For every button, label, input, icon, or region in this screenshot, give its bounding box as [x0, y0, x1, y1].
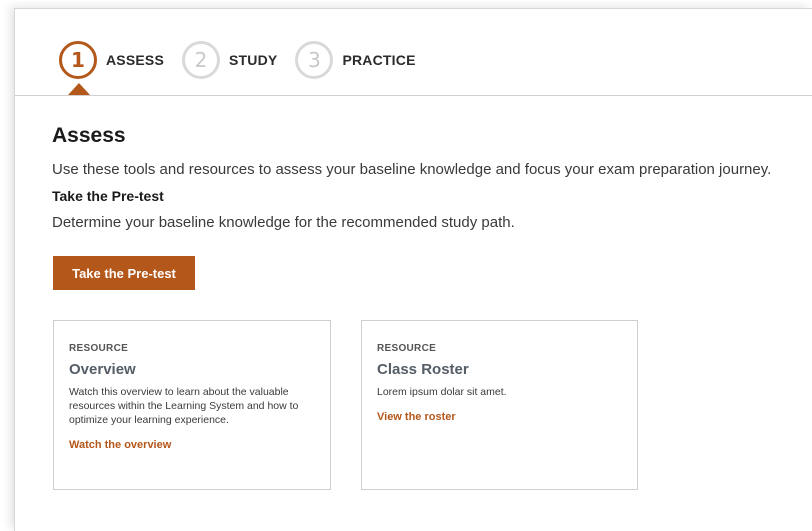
- step-assess[interactable]: 1 ASSESS: [59, 41, 164, 79]
- progress-stepper: 1 ASSESS 2 STUDY 3 PRACTICE: [59, 39, 434, 81]
- step-practice[interactable]: 3 PRACTICE: [295, 41, 415, 79]
- resource-kicker: RESOURCE: [377, 343, 437, 354]
- pretest-heading: Take the Pre-test: [52, 188, 164, 204]
- page-description: Use these tools and resources to assess …: [52, 161, 772, 178]
- resource-description: Watch this overview to learn about the v…: [69, 386, 299, 426]
- watch-overview-link[interactable]: Watch the overview: [69, 439, 171, 451]
- page-title: Assess: [52, 124, 126, 147]
- active-step-pointer-icon: [68, 83, 90, 95]
- assess-panel: 1 ASSESS 2 STUDY 3 PRACTICE Assess Use t…: [14, 8, 812, 531]
- step-number-badge: 2: [182, 41, 220, 79]
- view-roster-link[interactable]: View the roster: [377, 411, 456, 423]
- step-number-badge: 1: [59, 41, 97, 79]
- resource-card-class-roster: RESOURCE Class Roster Lorem ipsum dolar …: [361, 320, 638, 490]
- resource-description: Lorem ipsum dolar sit amet.: [377, 386, 507, 398]
- resource-title: Overview: [69, 361, 136, 378]
- pretest-description: Determine your baseline knowledge for th…: [52, 214, 515, 231]
- step-label: STUDY: [229, 52, 278, 68]
- step-study[interactable]: 2 STUDY: [182, 41, 277, 79]
- step-label: ASSESS: [106, 52, 164, 68]
- step-number-badge: 3: [295, 41, 334, 79]
- stepper-divider: [15, 95, 812, 96]
- resource-card-overview: RESOURCE Overview Watch this overview to…: [53, 320, 331, 490]
- resource-title: Class Roster: [377, 361, 469, 378]
- take-pretest-button[interactable]: Take the Pre-test: [53, 256, 195, 290]
- step-label: PRACTICE: [342, 52, 416, 68]
- resource-kicker: RESOURCE: [69, 343, 129, 354]
